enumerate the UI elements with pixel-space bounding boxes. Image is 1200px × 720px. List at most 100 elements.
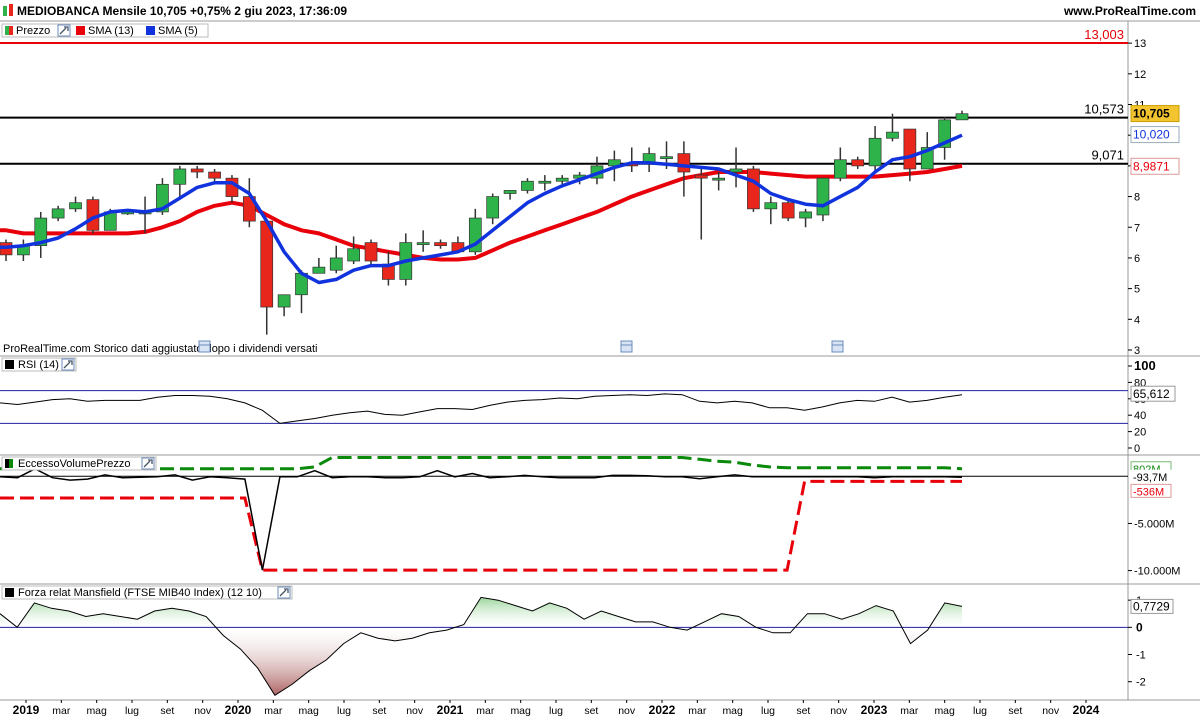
level-label: 10,573 [1084,102,1124,117]
x-tick-label: set [1008,705,1022,717]
wrench-icon[interactable] [57,24,71,37]
candle [329,257,343,271]
x-tick-label: 2022 [649,703,676,717]
wrench-icon[interactable] [202,25,206,36]
candle [851,159,865,167]
candle [503,190,517,194]
x-tick-label: mag [934,705,955,717]
candle [190,168,204,173]
candle [729,168,743,173]
price-tick-label: 13 [1134,38,1146,50]
candle [799,211,812,219]
candle [764,202,778,210]
price-tag-label: 10,020 [1133,128,1170,142]
x-tick-label: mar [476,705,495,717]
candle [434,242,447,247]
chart-title: MEDIOBANCA Mensile 10,705 +0,75% 2 giu 2… [17,4,347,18]
candle [416,242,430,245]
rsi-tick-label: 100 [1134,358,1156,373]
x-tick-label: 2021 [437,703,464,717]
x-tick-label: set [160,705,174,717]
dividend-icon[interactable] [620,340,633,353]
rsi-tick-label: 40 [1134,410,1146,422]
evp-tick-label: -10.000M [1134,566,1180,578]
x-tick-label: 2023 [861,703,888,717]
evp-value-label: -93,7M [1133,472,1167,484]
candle [833,159,847,179]
candle [521,180,534,191]
x-tick-label: nov [194,705,212,717]
candle [260,220,274,308]
dividend-icon[interactable] [831,340,844,353]
price-tick-label: 8 [1134,192,1140,204]
stock-chart[interactable]: MEDIOBANCA Mensile 10,705 +0,75% 2 giu 2… [0,0,1200,720]
x-tick-label: mag [298,705,319,717]
candle [538,180,552,184]
candle [903,128,917,170]
x-tick-label: mar [264,705,283,717]
evp-legend: EccessoVolumePrezzo [1,456,157,471]
x-tick-label: lug [973,705,987,717]
wrench-icon[interactable] [61,358,75,371]
price-tick-label: 3 [1134,345,1140,357]
candle [781,202,795,219]
x-tick-label: lug [761,705,775,717]
price-tick-label: 4 [1134,314,1140,326]
x-tick-label: nov [618,705,636,717]
candle [173,168,187,185]
rsi-swatch-icon [5,360,14,369]
candle [694,174,708,179]
candle [69,202,82,210]
x-tick-label: nov [1042,705,1060,717]
evp-swatch-icon [5,459,9,468]
wrench-icon[interactable] [141,457,155,470]
x-tick-label: nov [830,705,848,717]
price-legend-label: Prezzo [16,25,50,37]
candle [486,196,500,219]
price-tick-label: 6 [1134,253,1140,265]
candle [660,156,673,160]
candle [312,266,326,274]
candle [677,153,691,173]
price-swatch-icon [5,26,9,35]
rsi-legend-label: RSI (14) [18,359,59,371]
x-tick-label: 2020 [225,703,252,717]
rsi-legend: RSI (14) [1,357,77,372]
x-tick-label: mar [900,705,919,717]
mansfield-legend-label: Forza relat Mansfield (FTSE MIB40 Index)… [18,587,262,599]
mansfield-value-label: 0,7729 [1133,599,1170,613]
mansfield-tick-label: -2 [1136,677,1146,689]
candle [712,177,726,181]
candle [955,113,969,121]
price-tick-label: 5 [1134,284,1140,296]
x-tick-label: set [796,705,810,717]
x-tick-label: mar [688,705,707,717]
footnote: ProRealTime.com Storico dati aggiustato … [3,343,317,355]
sma5-swatch-icon [146,26,155,35]
x-tick-label: mag [722,705,743,717]
wrench-icon[interactable] [277,586,291,599]
candle [51,208,65,219]
level-label: 13,003 [1084,27,1124,42]
evp-tick-label: -5.000M [1134,518,1174,530]
candle [816,177,830,216]
x-tick-label: lug [337,705,351,717]
candle [347,248,360,262]
brand-link[interactable]: www.ProRealTime.com [1063,4,1196,18]
mansfield-tick-label: -1 [1136,650,1146,662]
price-tick-label: 7 [1134,222,1140,234]
price-tag-label: 8,9871 [1133,159,1170,173]
sma13-legend-label: SMA (13) [88,25,134,37]
dividend-icon[interactable] [198,340,211,353]
evp-legend-label: EccessoVolumePrezzo [18,458,131,470]
candle [747,168,760,210]
rsi-value-label: 65,612 [1133,387,1170,401]
rsi-tick-label: 0 [1134,443,1140,455]
x-tick-label: nov [406,705,424,717]
mansfield-legend: Forza relat Mansfield (FTSE MIB40 Index)… [1,585,293,600]
x-tick-label: lug [125,705,139,717]
mansfield-tick-label: 0 [1136,620,1143,634]
sma13-swatch-icon [76,26,85,35]
candle [364,242,378,262]
x-tick-label: set [372,705,386,717]
